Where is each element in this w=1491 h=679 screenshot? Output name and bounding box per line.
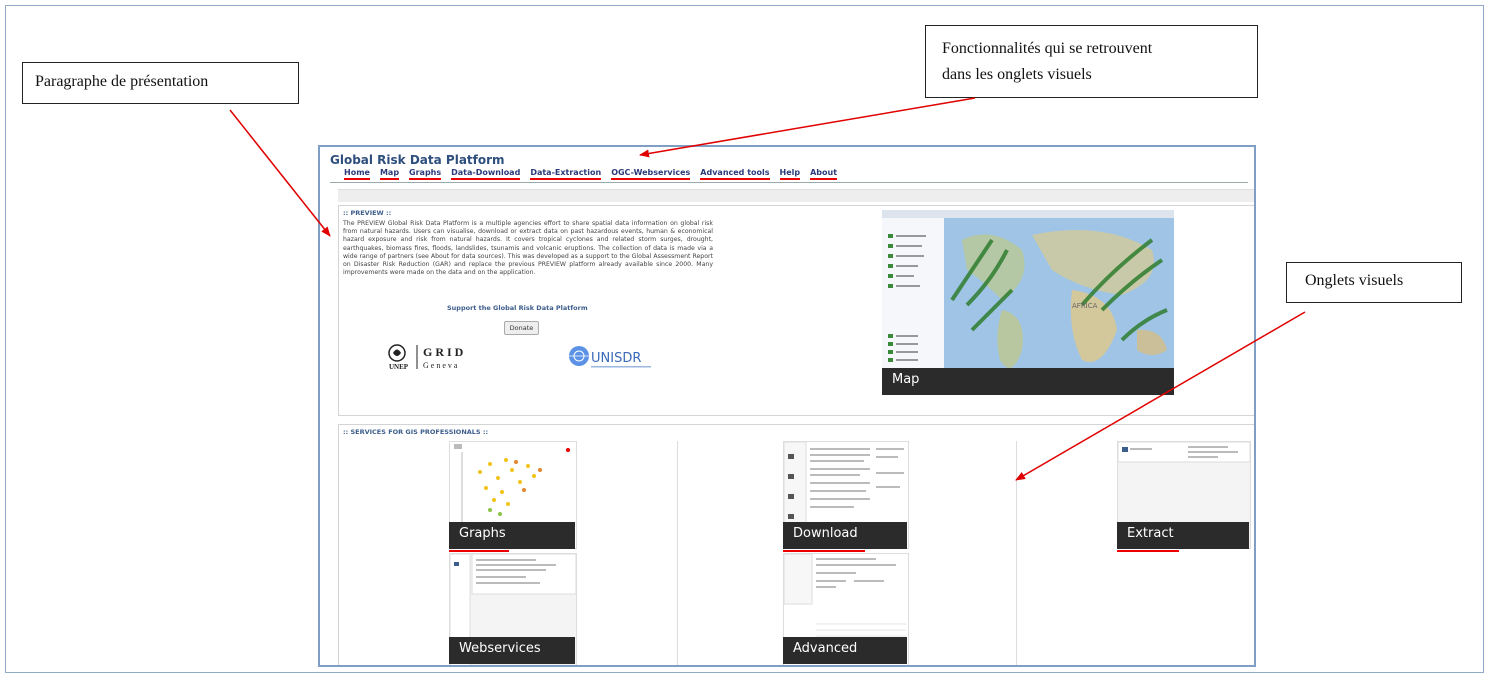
toolbar-strip [338,189,1254,202]
nav-help[interactable]: Help [779,168,801,180]
nav-map[interactable]: Map [379,168,400,180]
extract-label-text: Extract [1127,526,1174,541]
extract-label: Extract [1117,522,1249,552]
nav-graphs[interactable]: Graphs [409,168,442,180]
site-title: Global Risk Data Platform [330,153,505,167]
logo-geneva-text: G e n e v a [423,361,458,370]
support-heading: Support the Global Risk Data Platform [447,304,588,312]
nav-data-download[interactable]: Data-Download [451,168,521,180]
services-column-3: Extract [1017,441,1254,665]
nav-about[interactable]: About [810,168,838,180]
unisdr-logo: UNISDR [569,346,651,368]
advanced-label: Advanced [783,637,907,664]
webservices-label: Webservices [449,637,575,664]
extract-label-underline [1117,550,1179,552]
webservices-label-underline [449,665,551,667]
logo-unisdr-text: UNISDR [591,351,641,366]
webservices-label-text: Webservices [459,641,541,656]
svg-text:AFRICA: AFRICA [1072,302,1098,310]
services-heading: :: SERVICES FOR GIS PROFESSIONALS :: [343,428,489,436]
callout-presentation: Paragraphe de présentation [22,62,299,104]
download-label-underline [783,550,865,552]
advanced-label-text: Advanced [793,641,858,656]
callout-features-line2: dans les onglets visuels [942,66,1092,83]
download-label: Download [783,522,907,552]
website-screenshot: Global Risk Data Platform Home Map Graph… [318,145,1256,667]
nav-ogc-webservices[interactable]: OGC-Webservices [611,168,691,180]
presentation-paragraph: The PREVIEW Global Risk Data Platform is… [343,220,713,277]
download-label-text: Download [793,526,858,541]
map-label-text: Map [892,372,920,387]
map-label: Map [882,368,1174,395]
callout-features-line1: Fonctionnalités qui se retrouvent [942,40,1153,57]
map-thumbnail[interactable]: AFRICA Map [882,210,1174,395]
callout-presentation-text: Paragraphe de présentation [35,73,209,90]
callout-visual-tabs-text: Onglets visuels [1305,272,1404,289]
preview-heading: :: PREVIEW :: [343,209,392,217]
nav-advanced-tools[interactable]: Advanced tools [700,168,770,180]
logo-unep-text: UNEP [389,363,409,371]
callout-visual-tabs: Onglets visuels [1286,262,1462,303]
nav-home[interactable]: Home [344,168,370,180]
services-panel: :: SERVICES FOR GIS PROFESSIONALS :: Gra… [338,424,1254,665]
logo-grid-text: GRID [423,345,466,359]
services-column-2: Download Advanced [678,441,1017,665]
graphs-label: Graphs [449,522,575,552]
nav-data-extraction[interactable]: Data-Extraction [530,168,602,180]
nav-divider [330,182,1248,183]
donate-button[interactable]: Donate [504,321,539,335]
preview-panel: :: PREVIEW :: The PREVIEW Global Risk Da… [338,205,1254,416]
main-nav: Home Map Graphs Data-Download Data-Extra… [344,168,838,180]
services-column-1: Graphs Webservices [339,441,678,665]
advanced-label-underline [783,665,863,667]
graphs-label-underline [449,550,509,552]
unep-grid-logo: UNEP GRID G e n e v a [388,344,466,371]
callout-features: Fonctionnalités qui se retrouvent dans l… [925,25,1258,98]
graphs-label-text: Graphs [459,526,506,541]
